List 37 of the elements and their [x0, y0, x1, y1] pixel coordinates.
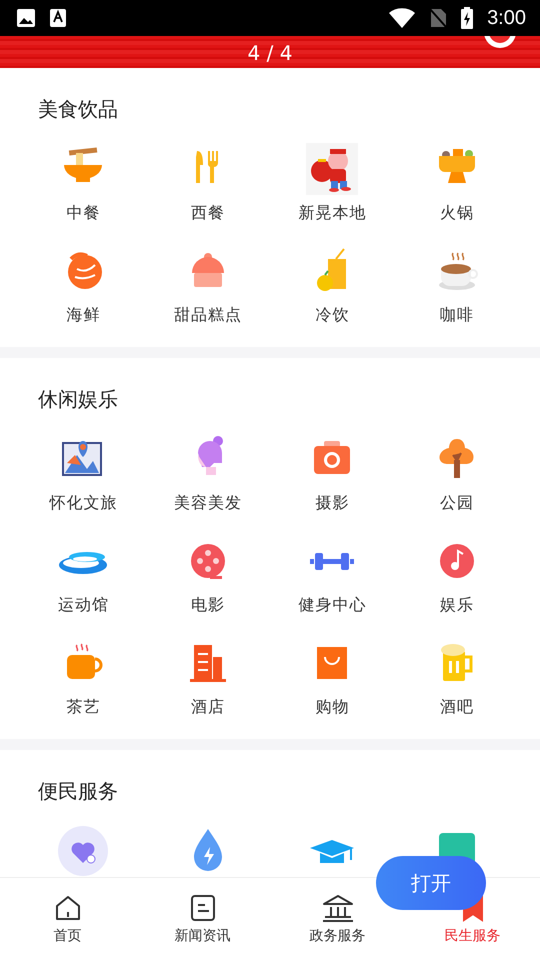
category-label[interactable]: 运动馆 — [58, 595, 109, 616]
section-title: 美食饮品 — [38, 96, 119, 123]
category-label[interactable]: 中餐 — [66, 203, 100, 224]
category-label[interactable]: 健身中心 — [298, 595, 366, 616]
nav-tab[interactable]: 首页 — [54, 927, 82, 945]
wifi-icon — [389, 8, 416, 28]
category-label[interactable]: 火锅 — [440, 203, 474, 224]
no-sim-icon — [429, 8, 448, 28]
category-label[interactable]: 新晃本地 — [298, 203, 366, 224]
section-title: 便民服务 — [38, 778, 119, 805]
category-label[interactable]: 茶艺 — [66, 697, 100, 718]
category-label[interactable]: 美容美发 — [174, 493, 242, 514]
font-icon — [50, 8, 66, 28]
category-label[interactable]: 酒店 — [190, 697, 225, 718]
category-label[interactable]: 西餐 — [190, 203, 225, 224]
category-label[interactable]: 电影 — [190, 595, 225, 616]
category-label[interactable]: 娱乐 — [440, 595, 474, 616]
section-title: 休闲娱乐 — [38, 386, 119, 413]
nav-tab[interactable]: 政务服务 — [310, 927, 366, 945]
category-label[interactable]: 公园 — [440, 493, 474, 514]
battery-icon — [461, 7, 474, 29]
category-label[interactable]: 酒吧 — [440, 697, 474, 718]
image-icon — [16, 8, 36, 28]
category-label[interactable]: 冷饮 — [315, 305, 350, 326]
page-counter: 4 / 4 — [248, 42, 292, 64]
category-label[interactable]: 摄影 — [315, 493, 350, 514]
status-time: 3:00 — [487, 6, 526, 30]
nav-tab[interactable]: 新闻资讯 — [174, 927, 230, 945]
nav-tab[interactable]: 民生服务 — [444, 927, 500, 945]
open-button[interactable]: 打开 — [376, 856, 486, 910]
category-label[interactable]: 怀化文旅 — [49, 493, 118, 514]
graduation-cap-icon — [310, 840, 354, 862]
category-label[interactable]: 咖啡 — [440, 305, 474, 326]
category-label[interactable]: 甜品糕点 — [174, 305, 242, 326]
government-building-icon — [320, 893, 354, 923]
category-label[interactable]: 购物 — [315, 697, 350, 718]
category-label[interactable]: 海鲜 — [66, 305, 100, 326]
